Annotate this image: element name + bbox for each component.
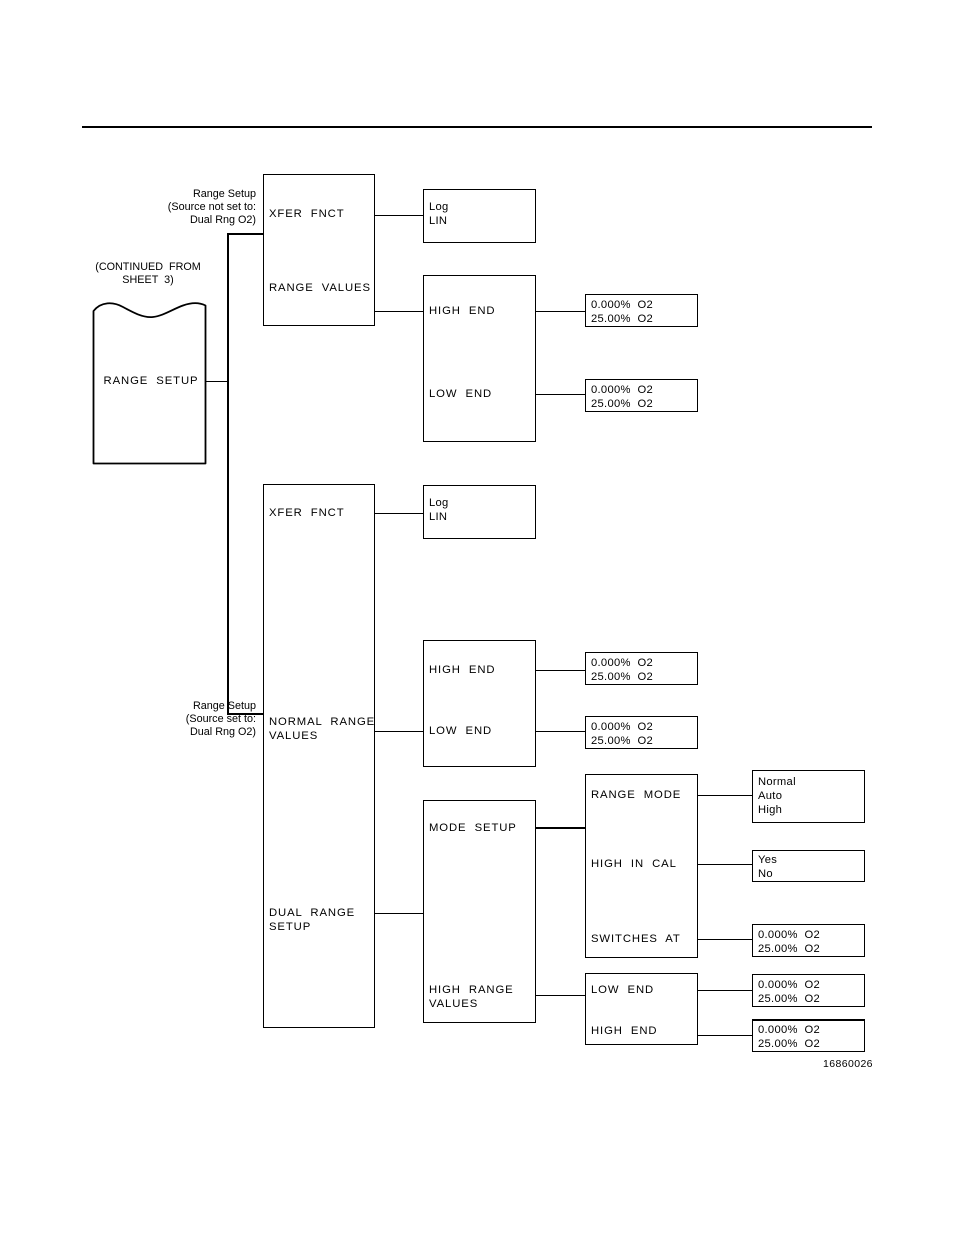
header-divider xyxy=(82,126,872,128)
values-high-end-dual-normal-list: 0.000% O2 25.00% O2 xyxy=(591,657,654,683)
menu-item-low-end-dual-normal[interactable]: LOW END xyxy=(429,725,492,739)
connector-high-end-high-range xyxy=(698,1035,753,1037)
options-xfer-fnct-dual-list: Log LIN xyxy=(429,497,449,523)
menu-item-switches-at[interactable]: SWITCHES AT xyxy=(591,933,681,947)
connector-low-end-normal xyxy=(535,394,586,396)
connector-normal-range-values xyxy=(374,731,424,733)
connector-trunk-vertical xyxy=(227,233,230,715)
menu-item-high-in-cal[interactable]: HIGH IN CAL xyxy=(591,858,677,872)
connector-mode-setup xyxy=(535,827,586,830)
connector-root-to-trunk xyxy=(205,381,229,383)
connector-trunk-to-normal-branch xyxy=(227,233,265,236)
menu-box-range-values[interactable] xyxy=(423,275,536,442)
menu-item-xfer-fnct-dual[interactable]: XFER FNCT xyxy=(269,507,345,521)
annotation-top-branch: Range Setup (Source not set to: Dual Rng… xyxy=(167,188,256,226)
drawing-number: 16860026 xyxy=(823,1058,873,1070)
connector-dual-range-setup xyxy=(374,913,424,915)
connector-xfer-fnct-dual xyxy=(374,513,424,515)
values-low-end-dual-normal-list: 0.000% O2 25.00% O2 xyxy=(591,721,654,747)
diagram-page: Range Setup (Source not set to: Dual Rng… xyxy=(0,0,954,1235)
menu-item-xfer-fnct-normal[interactable]: XFER FNCT xyxy=(269,208,345,222)
annotation-bottom-branch: Range Setup (Source set to: Dual Rng O2) xyxy=(185,700,256,738)
connector-low-end-dual-normal xyxy=(535,731,586,733)
menu-item-dual-range-setup[interactable]: DUAL RANGE SETUP xyxy=(269,907,355,934)
options-high-in-cal-list: Yes No xyxy=(758,854,778,880)
options-range-mode-list: Normal Auto High xyxy=(758,776,796,816)
continued-from-label: (CONTINUED FROM SHEET 3) xyxy=(95,261,201,286)
connector-high-in-cal xyxy=(698,864,753,866)
menu-box-normal-range-values[interactable] xyxy=(423,640,536,767)
menu-item-range-mode[interactable]: RANGE MODE xyxy=(591,789,681,803)
values-low-end-high-range-list: 0.000% O2 25.00% O2 xyxy=(758,979,821,1005)
values-low-end-normal-list: 0.000% O2 25.00% O2 xyxy=(591,384,654,410)
menu-item-low-end-high-range[interactable]: LOW END xyxy=(591,984,654,998)
connector-range-mode xyxy=(698,795,753,797)
connector-switches-at xyxy=(698,939,753,941)
menu-item-low-end-normal[interactable]: LOW END xyxy=(429,388,492,402)
connector-high-end-normal xyxy=(535,311,586,313)
menu-box-range-setup-normal[interactable] xyxy=(263,174,375,326)
connector-xfer-fnct-normal xyxy=(374,215,424,217)
values-high-end-normal-list: 0.000% O2 25.00% O2 xyxy=(591,299,654,325)
menu-box-range-setup-dual[interactable] xyxy=(263,484,375,1028)
menu-item-high-end-dual-normal[interactable]: HIGH END xyxy=(429,664,495,678)
range-setup-root-label: RANGE SETUP xyxy=(103,375,199,387)
connector-high-end-dual-normal xyxy=(535,670,586,672)
menu-item-mode-setup[interactable]: MODE SETUP xyxy=(429,822,517,836)
connector-high-range-values xyxy=(535,995,586,997)
values-high-end-high-range-list: 0.000% O2 25.00% O2 xyxy=(758,1024,821,1050)
options-xfer-fnct-normal-list: Log LIN xyxy=(429,201,449,227)
menu-item-high-end-normal[interactable]: HIGH END xyxy=(429,305,495,319)
connector-low-end-high-range xyxy=(698,990,753,992)
menu-item-high-end-high-range[interactable]: HIGH END xyxy=(591,1025,657,1039)
menu-item-high-range-values[interactable]: HIGH RANGE VALUES xyxy=(429,984,514,1011)
menu-item-normal-range-values[interactable]: NORMAL RANGE VALUES xyxy=(269,716,375,743)
connector-range-values xyxy=(374,311,424,313)
values-switches-at-list: 0.000% O2 25.00% O2 xyxy=(758,929,821,955)
menu-item-range-values[interactable]: RANGE VALUES xyxy=(269,282,371,296)
